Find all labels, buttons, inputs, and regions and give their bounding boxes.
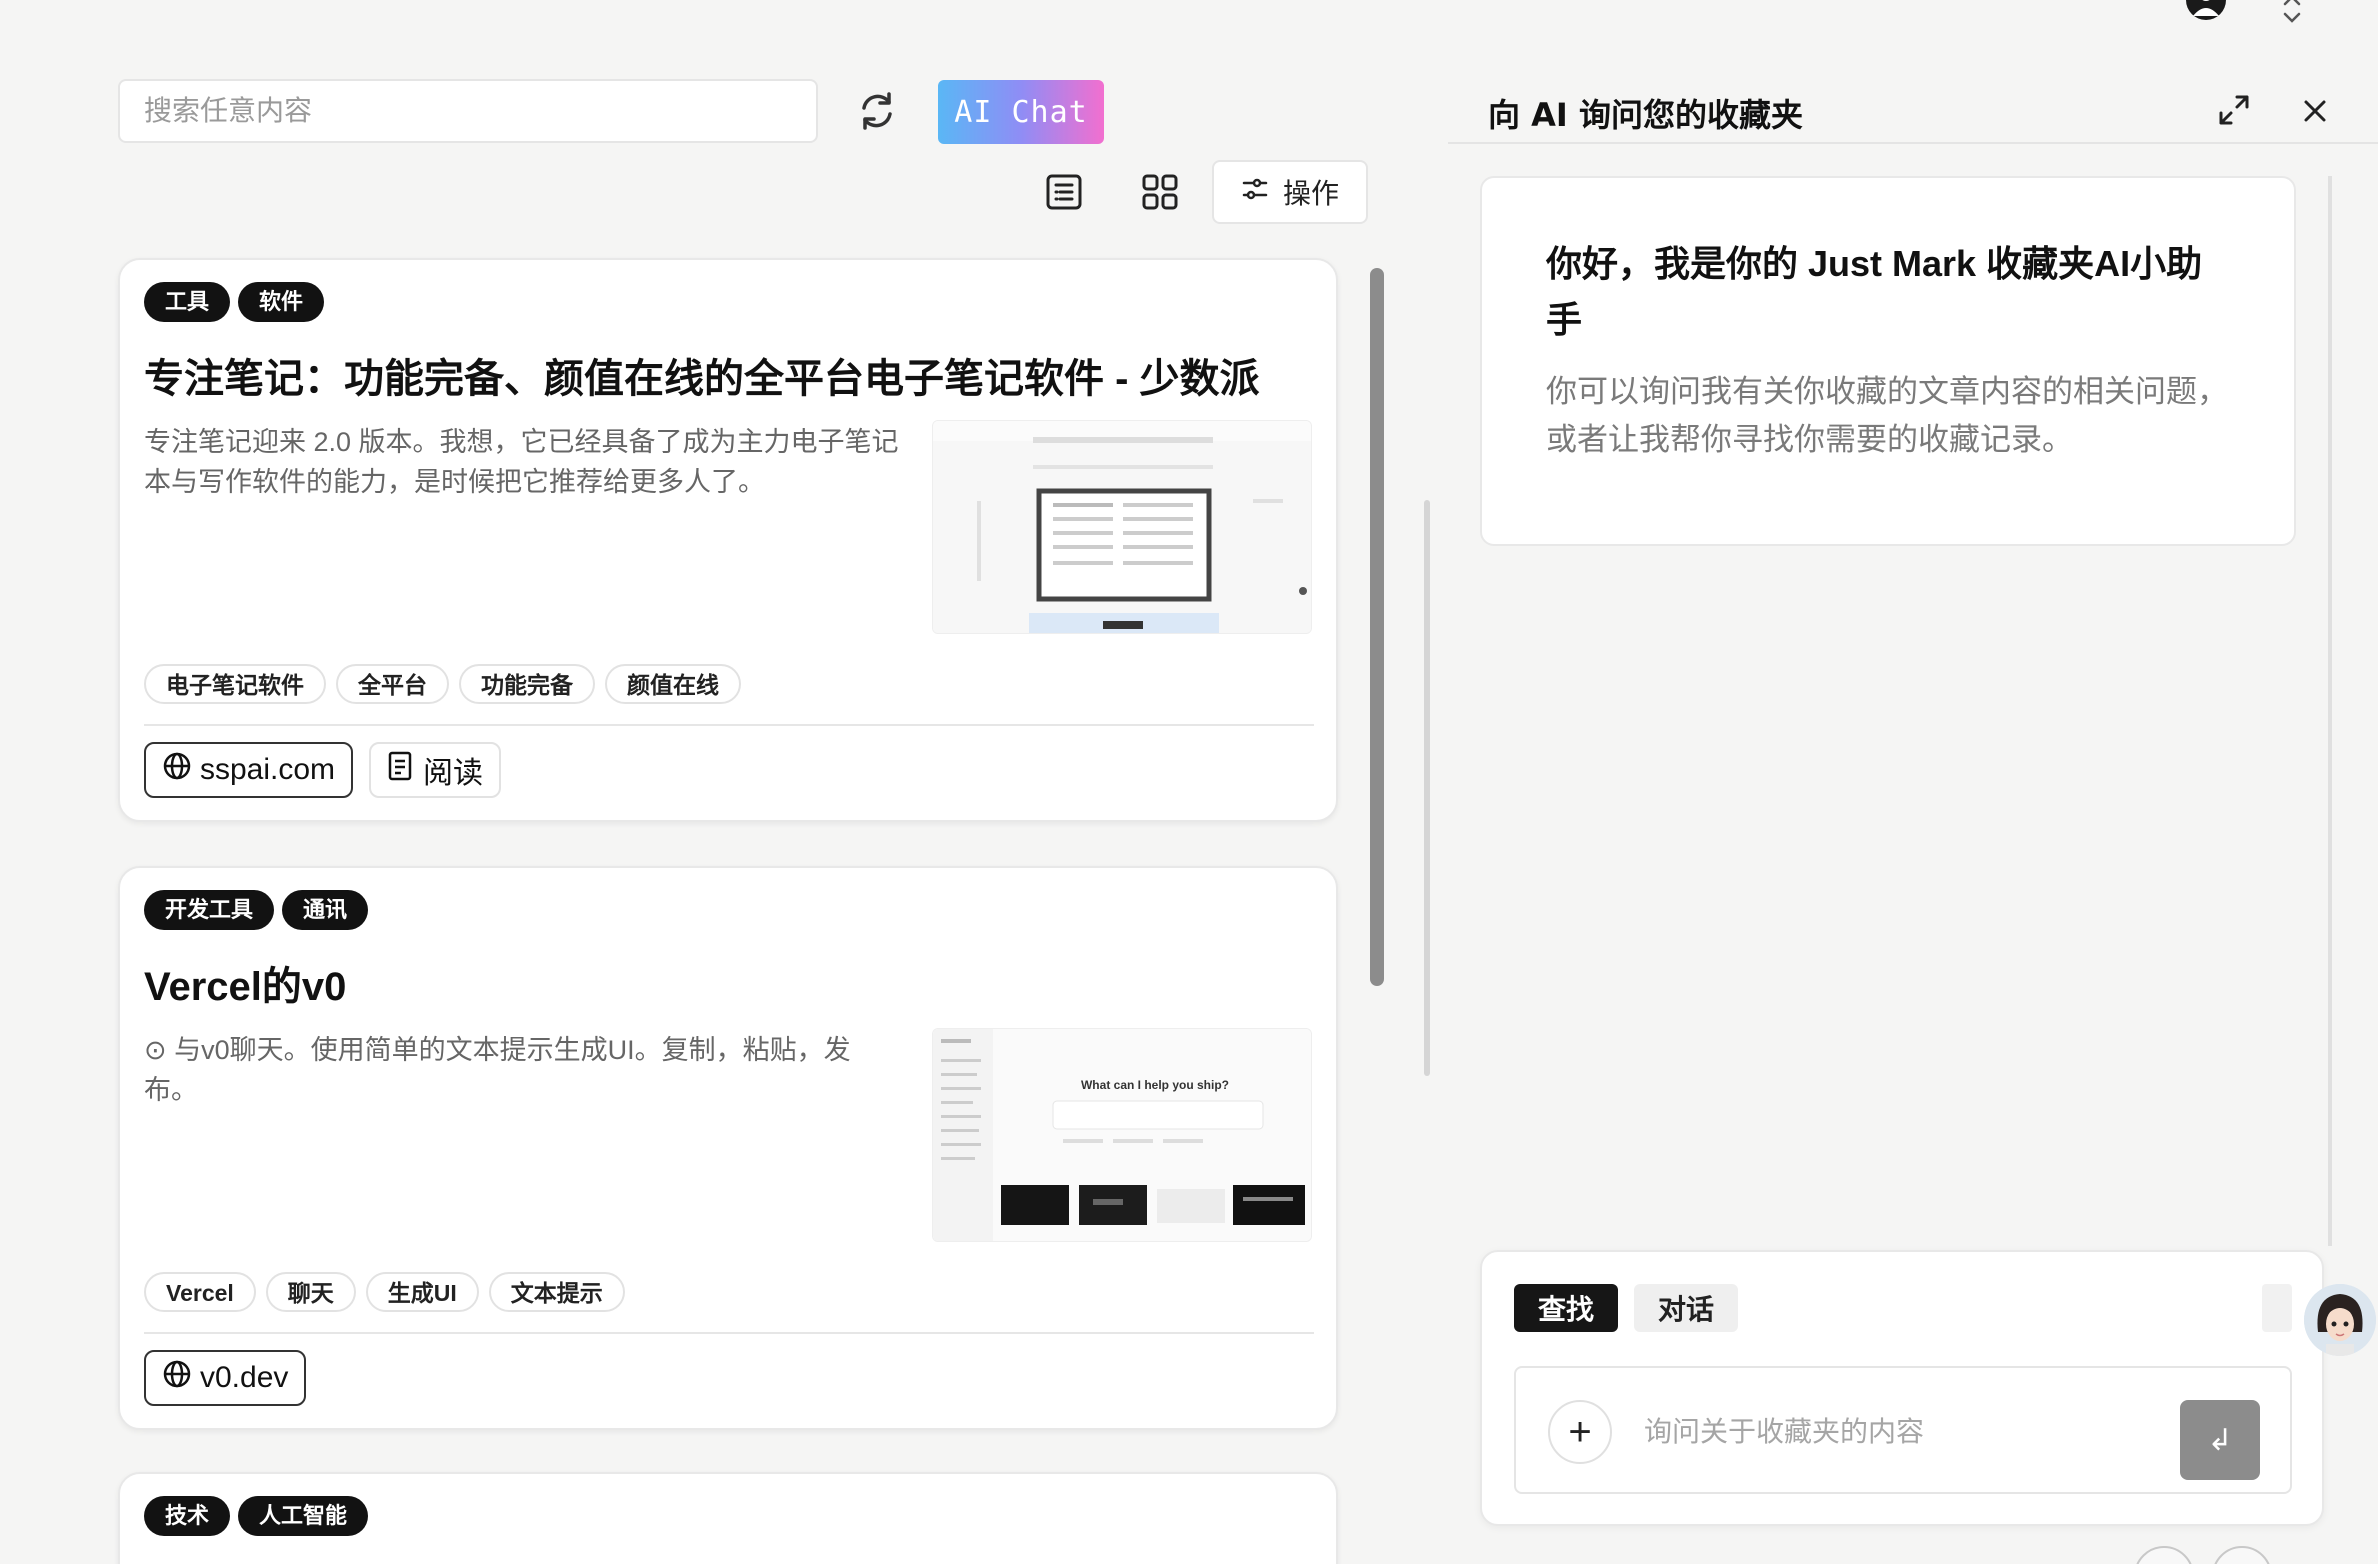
keyword-tag[interactable]: 文本提示: [488, 1272, 625, 1312]
category-badges: 工具 软件: [144, 282, 332, 322]
expand-icon[interactable]: [2216, 92, 2252, 128]
keyword-tag[interactable]: 聊天: [265, 1272, 356, 1312]
user-avatar-icon[interactable]: [2184, 0, 2228, 22]
read-button[interactable]: 阅读: [369, 742, 502, 798]
keyword-tag[interactable]: 功能完备: [459, 664, 595, 704]
category-badge[interactable]: 技术: [144, 1496, 231, 1536]
category-badges: 开发工具 通讯: [144, 890, 376, 930]
bookmark-title[interactable]: 专注笔记：功能完备、颜值在线的全平台电子笔记软件 - 少数派: [144, 346, 1260, 404]
settings-icon[interactable]: [2212, 1546, 2272, 1564]
keyword-tag[interactable]: 电子笔记软件: [144, 664, 326, 704]
card-actions: sspai.com 阅读: [144, 742, 502, 798]
assistant-avatar[interactable]: [2304, 1284, 2376, 1356]
card-divider: [144, 1332, 1314, 1334]
domain-label: v0.dev: [200, 1361, 289, 1394]
globe-icon: [162, 751, 192, 789]
bookmark-description: 专注笔记迎来 2.0 版本。我想，它已经具备了成为主力电子笔记本与写作软件的能力…: [144, 427, 899, 497]
enter-icon: ↲: [2207, 1423, 2233, 1457]
help-icon[interactable]: [2134, 1546, 2194, 1564]
chat-scrollbar-track[interactable]: [2328, 176, 2332, 1246]
send-button[interactable]: ↲: [2180, 1400, 2260, 1480]
bookmark-card[interactable]: 工具 软件 专注笔记：功能完备、颜值在线的全平台电子笔记软件 - 少数派 专注笔记…: [118, 258, 1338, 822]
grid-view-icon[interactable]: [1140, 172, 1180, 212]
domain-link[interactable]: sspai.com: [144, 742, 354, 798]
card-actions: v0.dev: [144, 1350, 307, 1406]
actions-button[interactable]: 操作: [1212, 160, 1368, 224]
category-badges: 技术 人工智能: [144, 1496, 376, 1536]
actions-label: 操作: [1282, 178, 1339, 209]
keyword-tags: 电子笔记软件 全平台 功能完备 颜值在线: [144, 664, 751, 704]
category-badge[interactable]: 开发工具: [144, 890, 275, 930]
bookmark-card[interactable]: 开发工具 通讯 Vercel的v0 ⊙ 与v0聊天。使用简单的文本提示生成UI。复…: [118, 866, 1338, 1430]
plus-icon: +: [1568, 1409, 1592, 1454]
search-input[interactable]: [144, 95, 792, 127]
close-icon[interactable]: [2298, 94, 2332, 128]
bookmark-title[interactable]: Vercel的v0: [144, 954, 346, 1012]
assistant-intro-title: 你好，我是你的 Just Mark 收藏夹AI小助手: [1546, 243, 2203, 340]
assistant-intro-card: 你好，我是你的 Just Mark 收藏夹AI小助手 你可以询问我有关你收藏的文…: [1480, 176, 2296, 546]
keyword-tag[interactable]: 生成UI: [365, 1272, 479, 1312]
bookmark-card[interactable]: 技术 人工智能: [118, 1472, 1338, 1564]
keyword-tag[interactable]: 颜值在线: [605, 664, 741, 704]
chat-panel-title: 向 AI 询问您的收藏夹: [1488, 96, 1803, 134]
domain-label: sspai.com: [200, 753, 336, 786]
panel-divider: [1448, 142, 2378, 144]
keyword-tag[interactable]: 全平台: [336, 664, 449, 704]
category-badge[interactable]: 软件: [238, 282, 325, 322]
add-attachment-button[interactable]: +: [1548, 1400, 1612, 1464]
assistant-intro-text: 你可以询问我有关你收藏的文章内容的相关问题，或者让我帮你寻找你需要的收藏记录。: [1546, 374, 2228, 457]
ask-input[interactable]: [1644, 1404, 2144, 1460]
document-icon: [387, 751, 413, 789]
tab-chat[interactable]: 对话: [1634, 1284, 1738, 1332]
sliders-icon: [1241, 175, 1269, 210]
keyword-tags: Vercel 聊天 生成UI 文本提示: [144, 1272, 635, 1312]
main-scrollbar-thumb[interactable]: [1370, 268, 1384, 986]
refresh-icon[interactable]: [856, 90, 898, 132]
category-badge[interactable]: 人工智能: [238, 1496, 369, 1536]
ai-chat-button[interactable]: AI Chat: [938, 80, 1104, 144]
scrollbar-track[interactable]: [1424, 500, 1430, 1076]
globe-icon: [162, 1359, 192, 1397]
bookmark-description: ⊙ 与v0聊天。使用简单的文本提示生成UI。复制，粘贴，发布。: [144, 1035, 851, 1105]
domain-link[interactable]: v0.dev: [144, 1350, 307, 1406]
chat-input-box: 查找 对话 + ↲: [1480, 1250, 2324, 1526]
list-view-icon[interactable]: [1044, 172, 1084, 212]
tab-find[interactable]: 查找: [1514, 1284, 1618, 1332]
search-field[interactable]: [118, 79, 818, 143]
category-badge[interactable]: 工具: [144, 282, 231, 322]
ask-input-row: + ↲: [1514, 1366, 2292, 1494]
chevron-updown-icon[interactable]: [2280, 0, 2304, 24]
read-label: 阅读: [423, 757, 484, 790]
bookmark-thumbnail: What can I help you ship?: [932, 1028, 1312, 1242]
card-divider: [144, 724, 1314, 726]
bookmark-thumbnail: [932, 420, 1312, 634]
tab-bar-filler: [2262, 1284, 2292, 1332]
thumbnail-heading: What can I help you ship?: [1081, 1078, 1229, 1092]
keyword-tag[interactable]: Vercel: [144, 1272, 256, 1312]
category-badge[interactable]: 通讯: [282, 890, 369, 930]
